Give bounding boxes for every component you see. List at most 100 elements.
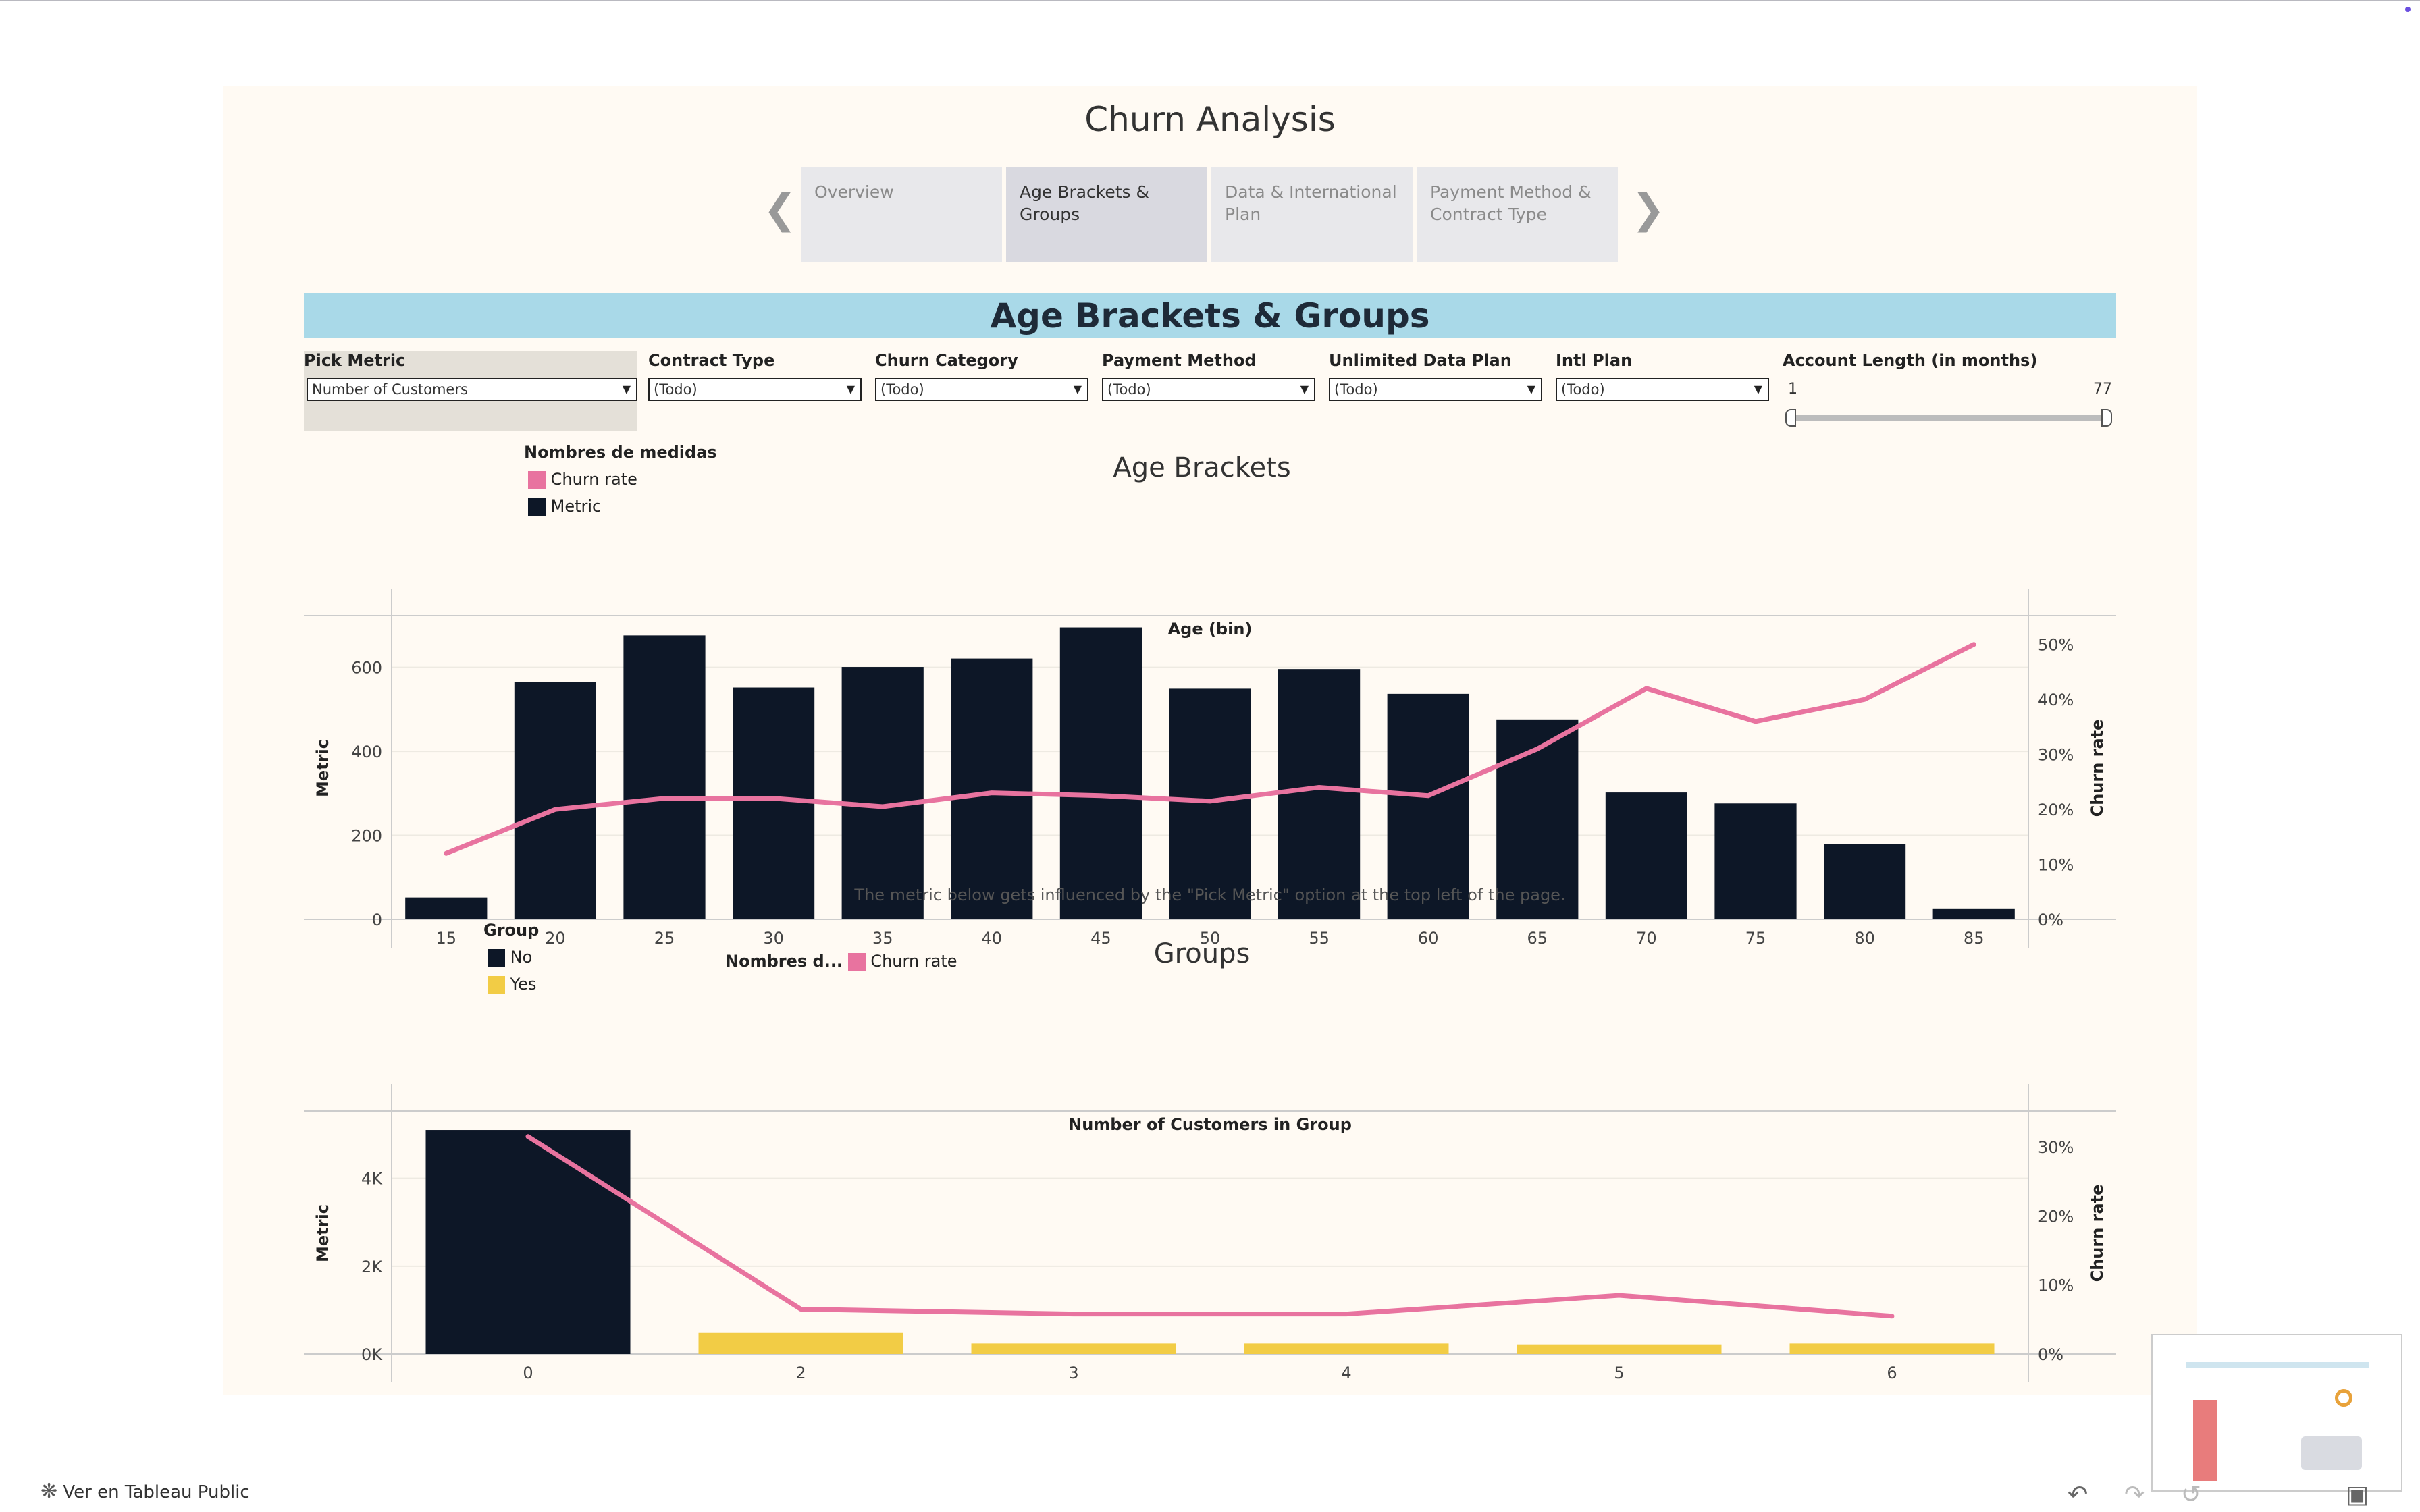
y-tick-label: 600 bbox=[351, 659, 382, 678]
dashboard-thumbnail[interactable] bbox=[2151, 1334, 2402, 1492]
y2-tick-label: 10% bbox=[2038, 1276, 2074, 1295]
tab-data-international-plan[interactable]: Data & International Plan bbox=[1211, 167, 1413, 262]
legend-item-churn-rate[interactable]: Churn rate bbox=[528, 470, 637, 489]
bar-metric bbox=[733, 687, 815, 919]
bar-yes bbox=[971, 1343, 1176, 1354]
dropdown-arrow-icon: ▼ bbox=[1073, 383, 1082, 396]
payment-method-select[interactable]: (Todo) ▼ bbox=[1102, 378, 1315, 401]
swatch-icon bbox=[488, 949, 505, 967]
fullscreen-icon[interactable]: ▣ bbox=[2346, 1481, 2369, 1509]
churn-category-select[interactable]: (Todo) ▼ bbox=[875, 378, 1088, 401]
account-length-slider-track[interactable] bbox=[1791, 415, 2105, 421]
y2-axis-title: Churn rate bbox=[2088, 1185, 2107, 1282]
bar-metric bbox=[1278, 669, 1361, 919]
y-tick-label: 2K bbox=[361, 1258, 383, 1276]
y-tick-label: 200 bbox=[351, 827, 382, 846]
tab-label: Age Brackets & Groups bbox=[1020, 182, 1150, 224]
tab-overview[interactable]: Overview bbox=[801, 167, 1002, 262]
thumb-map-icon bbox=[2301, 1436, 2362, 1470]
slider-max-handle[interactable] bbox=[2101, 409, 2112, 427]
x-axis-title: Age (bin) bbox=[1168, 620, 1253, 639]
y2-tick-label: 40% bbox=[2038, 691, 2074, 709]
pick-metric-select[interactable]: Number of Customers ▼ bbox=[307, 378, 637, 401]
y-tick-label: 0K bbox=[361, 1345, 383, 1364]
revert-icon[interactable]: ↺ bbox=[2181, 1481, 2201, 1509]
bar-yes bbox=[1789, 1343, 1995, 1354]
y2-axis-title: Churn rate bbox=[2088, 720, 2107, 817]
undo-icon[interactable]: ↶ bbox=[2068, 1481, 2088, 1509]
nav-next-icon[interactable]: ❯ bbox=[1631, 182, 1665, 236]
select-value: (Todo) bbox=[1107, 381, 1151, 398]
slider-min-handle[interactable] bbox=[1785, 409, 1796, 427]
y2-tick-label: 30% bbox=[2038, 1138, 2074, 1157]
tab-payment-method-contract-type[interactable]: Payment Method & Contract Type bbox=[1417, 167, 1618, 262]
group-legend2[interactable]: Nombres d... Churn rate bbox=[725, 952, 957, 971]
x-tick-label: 80 bbox=[1854, 929, 1875, 948]
x-tick-label: 5 bbox=[1614, 1364, 1624, 1382]
legend-item-no[interactable]: No bbox=[488, 948, 532, 967]
tab-label: Data & International Plan bbox=[1225, 182, 1397, 224]
status-dot bbox=[2405, 7, 2411, 12]
browser-top-border bbox=[0, 0, 2420, 1]
x-tick-label: 70 bbox=[1636, 929, 1657, 948]
unlimited-data-plan-select[interactable]: (Todo) ▼ bbox=[1329, 378, 1542, 401]
redo-icon[interactable]: ↷ bbox=[2124, 1481, 2145, 1509]
tab-label: Payment Method & Contract Type bbox=[1430, 182, 1592, 224]
bar-metric bbox=[1824, 844, 1906, 919]
x-tick-label: 15 bbox=[436, 929, 457, 948]
age-chart-title: Age Brackets bbox=[1113, 452, 1291, 483]
line-churn-rate bbox=[525, 1134, 1895, 1319]
section-banner: Age Brackets & Groups bbox=[304, 293, 2116, 338]
intl-plan-label: Intl Plan bbox=[1556, 351, 1633, 370]
age-legend-title: Nombres de medidas bbox=[524, 443, 717, 462]
dashboard-title: Churn Analysis bbox=[1084, 100, 1336, 139]
x-tick-label: 30 bbox=[763, 929, 784, 948]
x-tick-label: 0 bbox=[523, 1364, 533, 1382]
contract-type-select[interactable]: (Todo) ▼ bbox=[648, 378, 862, 401]
thumb-chart bbox=[2193, 1400, 2234, 1481]
select-value: (Todo) bbox=[1561, 381, 1605, 398]
unlimited-data-plan-label: Unlimited Data Plan bbox=[1329, 351, 1512, 370]
bar-yes bbox=[698, 1332, 903, 1354]
y-axis-title: Metric bbox=[313, 739, 332, 797]
account-length-label: Account Length (in months) bbox=[1783, 351, 2038, 370]
dropdown-arrow-icon: ▼ bbox=[1300, 383, 1309, 396]
dropdown-arrow-icon: ▼ bbox=[1527, 383, 1535, 396]
footer-label: Ver en Tableau Public bbox=[63, 1482, 250, 1503]
x-tick-label: 3 bbox=[1068, 1364, 1078, 1382]
pick-metric-label: Pick Metric bbox=[304, 351, 406, 370]
y2-tick-label: 0% bbox=[2038, 1345, 2063, 1364]
bar-metric bbox=[1932, 908, 2015, 919]
tab-label: Overview bbox=[814, 182, 894, 202]
bar-yes bbox=[1517, 1344, 1722, 1354]
x-tick-label: 25 bbox=[654, 929, 675, 948]
payment-method-label: Payment Method bbox=[1102, 351, 1257, 370]
dropdown-arrow-icon: ▼ bbox=[622, 383, 631, 396]
bar-no bbox=[425, 1130, 631, 1354]
x-tick-label: 40 bbox=[982, 929, 1003, 948]
x-tick-label: 6 bbox=[1887, 1364, 1897, 1382]
select-value: Number of Customers bbox=[312, 381, 468, 398]
tableau-public-link[interactable]: ❋ Ver en Tableau Public bbox=[41, 1480, 250, 1503]
account-length-max: 77 bbox=[2093, 381, 2112, 398]
y-tick-label: 400 bbox=[351, 742, 382, 761]
x-tick-label: 65 bbox=[1527, 929, 1548, 948]
y2-tick-label: 20% bbox=[2038, 801, 2074, 819]
dropdown-arrow-icon: ▼ bbox=[1754, 383, 1762, 396]
dropdown-arrow-icon: ▼ bbox=[846, 383, 855, 396]
select-value: (Todo) bbox=[654, 381, 698, 398]
nav-prev-icon[interactable]: ❮ bbox=[763, 182, 797, 236]
bar-metric bbox=[841, 667, 924, 919]
group-chart-title: Groups bbox=[1153, 938, 1251, 969]
tab-age-brackets-groups[interactable]: Age Brackets & Groups bbox=[1006, 167, 1207, 262]
y-tick-label: 0 bbox=[372, 911, 382, 929]
y2-tick-label: 0% bbox=[2038, 911, 2063, 929]
groups-chart: Number of Customers in Group 0K 2K 4K 0% 10% 2… bbox=[304, 1084, 2116, 1382]
bar-metric bbox=[1059, 627, 1142, 919]
y2-tick-label: 30% bbox=[2038, 746, 2074, 765]
x-tick-label: 60 bbox=[1418, 929, 1439, 948]
bar-metric bbox=[514, 682, 596, 919]
intl-plan-select[interactable]: (Todo) ▼ bbox=[1556, 378, 1769, 401]
legend-label: No bbox=[510, 948, 533, 967]
y-axis-title: Metric bbox=[313, 1204, 332, 1262]
